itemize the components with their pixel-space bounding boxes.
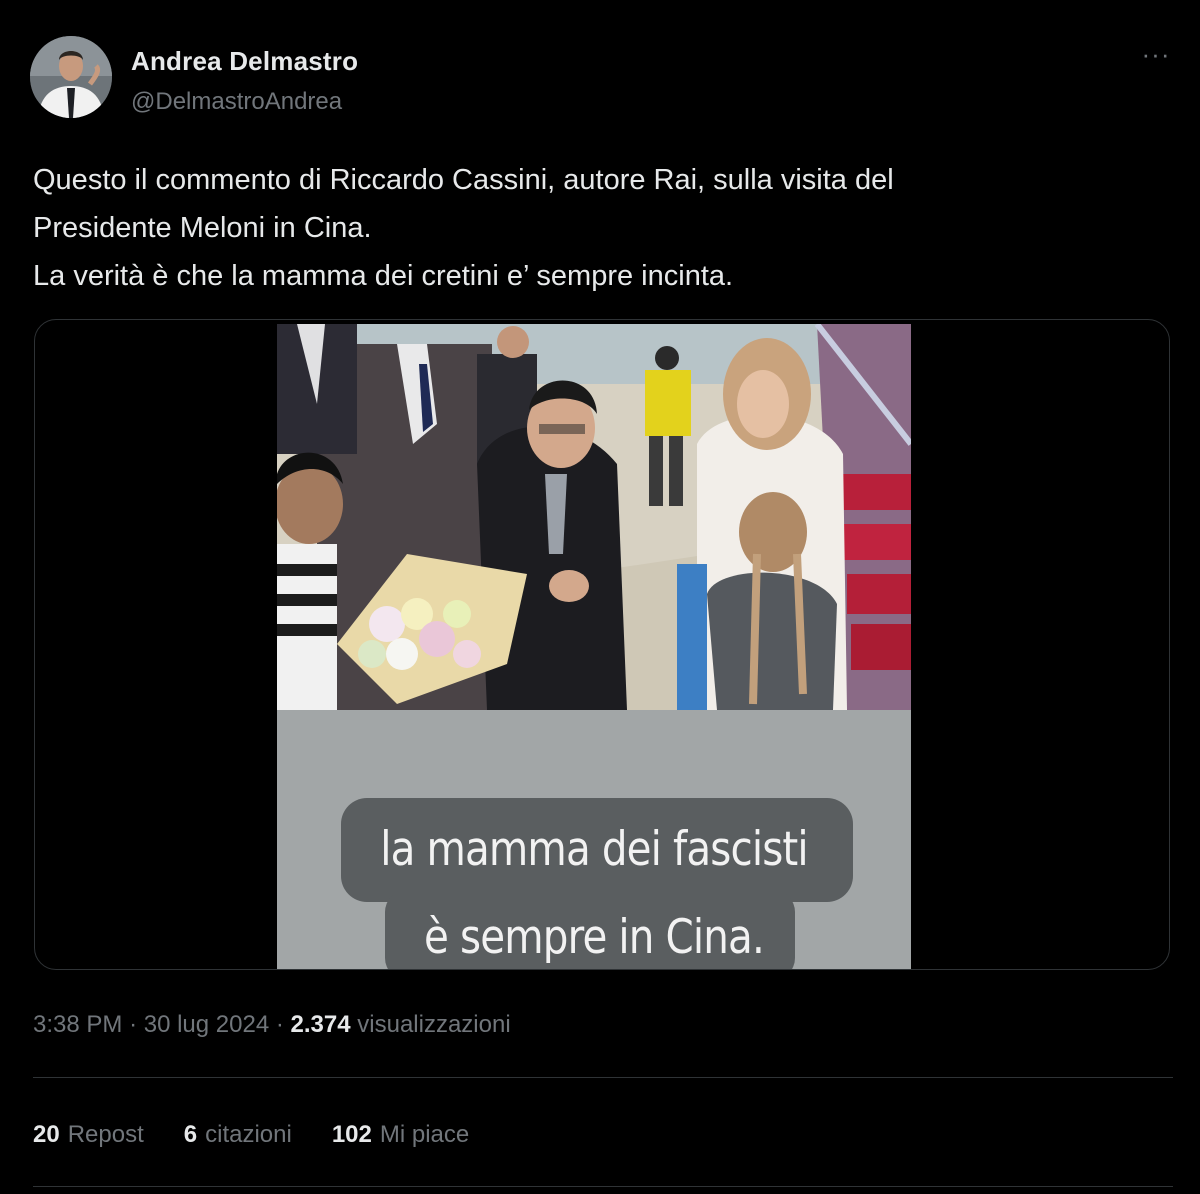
likes-count: 102 [331,1121,372,1148]
media-caption-area: la mamma dei fascisti è sempre in Cina. [277,710,911,969]
more-options-icon[interactable]: ··· [1136,41,1176,72]
likes-stat[interactable]: 102 Mi piace [332,1121,469,1149]
tweet-text-line: Questo il commento di Riccardo Cassini, … [33,164,894,196]
reposts-label: Repost [67,1121,144,1148]
tweet-text-line: La verità è che la mamma dei cretini e’ … [33,260,734,292]
divider [33,1186,1173,1187]
divider [33,1077,1173,1078]
media-caption-line: è sempre in Cina. [424,910,765,965]
avatar[interactable] [30,36,112,118]
airport-welcome-photo [277,324,911,710]
engagement-stats: 20 Repost 6 citazioni 102 Mi piace [33,1121,469,1149]
avatar-photo [30,36,112,118]
post-meta: 3:38 PM · 30 lug 2024 · 2.374 visualizza… [33,1011,511,1039]
quotes-stat[interactable]: 6 citazioni [184,1121,292,1149]
views-count: 2.374 [290,1011,351,1038]
reposts-count: 20 [33,1121,60,1148]
post-date[interactable]: 30 lug 2024 [144,1011,269,1038]
tweet-text-line: Presidente Meloni in Cina. [33,212,372,244]
post-time[interactable]: 3:38 PM [33,1011,122,1038]
meta-separator: · [129,1011,138,1038]
quotes-label: citazioni [205,1121,292,1148]
media-caption-line: la mamma dei fascisti [380,822,808,877]
media-card[interactable]: la mamma dei fascisti è sempre in Cina. [34,319,1170,970]
author-handle[interactable]: @DelmastroAndrea [131,88,342,116]
author-display-name[interactable]: Andrea Delmastro [131,46,358,77]
tweet-post: Andrea Delmastro @DelmastroAndrea ··· Qu… [0,0,1200,1194]
likes-label: Mi piace [379,1121,470,1148]
tweet-text: Questo il commento di Riccardo Cassini, … [33,156,1153,300]
views-label: visualizzazioni [357,1011,511,1038]
meta-separator: · [275,1011,284,1038]
reposts-stat[interactable]: 20 Repost [33,1121,144,1149]
quotes-count: 6 [183,1121,198,1148]
